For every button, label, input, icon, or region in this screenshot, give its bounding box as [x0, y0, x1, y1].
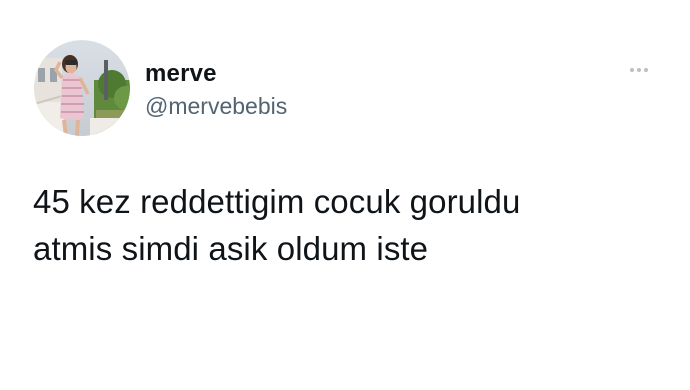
- avatar[interactable]: [34, 40, 130, 136]
- avatar-photo: [34, 40, 130, 136]
- display-name[interactable]: merve: [145, 60, 217, 88]
- tweet-text: 45 kez reddettigim cocuk goruldu atmis s…: [33, 178, 653, 272]
- more-dot: [630, 68, 634, 72]
- more-dot: [637, 68, 641, 72]
- more-horizontal-icon[interactable]: [624, 60, 654, 80]
- tweet-card: merve @mervebebis 45 kez reddettigim coc…: [0, 0, 690, 390]
- more-dot: [644, 68, 648, 72]
- tweet-text-line: 45 kez reddettigim cocuk goruldu: [33, 183, 521, 220]
- user-handle[interactable]: @mervebebis: [145, 93, 287, 120]
- tweet-text-line: atmis simdi asik oldum iste: [33, 230, 429, 267]
